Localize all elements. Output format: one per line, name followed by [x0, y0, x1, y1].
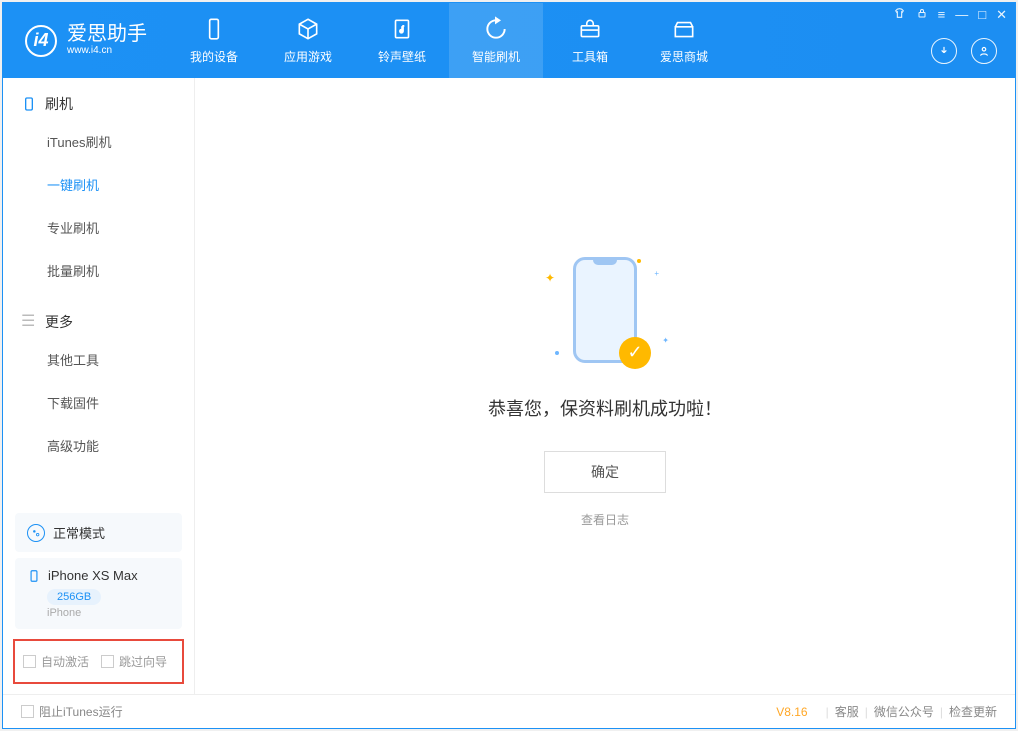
footer-link-wechat[interactable]: 微信公众号: [874, 703, 934, 720]
sidebar-item-oneclick-flash[interactable]: 一键刷机: [3, 163, 194, 206]
sidebar-header-flash: 刷机: [3, 94, 194, 120]
device-phone-icon: [27, 569, 41, 583]
tab-toolbox[interactable]: 工具箱: [543, 3, 637, 78]
music-icon: [389, 16, 415, 42]
close-button[interactable]: ✕: [996, 7, 1007, 23]
menu-icon[interactable]: ≡: [938, 7, 946, 23]
checkbox-auto-activate[interactable]: 自动激活: [23, 653, 89, 670]
sidebar-item-batch-flash[interactable]: 批量刷机: [3, 249, 194, 292]
tab-store[interactable]: 爱思商城: [637, 3, 731, 78]
mode-icon: [27, 524, 45, 542]
device-type: iPhone: [47, 607, 170, 619]
tab-smart-flash[interactable]: 智能刷机: [449, 3, 543, 78]
footer-link-update[interactable]: 检查更新: [949, 703, 997, 720]
sidebar-item-other-tools[interactable]: 其他工具: [3, 338, 194, 381]
top-tabs: 我的设备 应用游戏 铃声壁纸 智能刷机 工具箱 爱思商城: [167, 3, 731, 78]
store-icon: [671, 16, 697, 42]
check-icon: ✓: [619, 337, 651, 369]
list-icon: ☰: [21, 314, 37, 330]
app-url: www.i4.cn: [67, 44, 147, 58]
cube-icon: [295, 16, 321, 42]
window-controls: ≡ — □ ✕: [893, 7, 1007, 23]
phone-icon: [21, 96, 37, 112]
sidebar-item-pro-flash[interactable]: 专业刷机: [3, 206, 194, 249]
sidebar-item-download-firmware[interactable]: 下载固件: [3, 381, 194, 424]
app-name: 爱思助手: [67, 24, 147, 44]
app-window: i4 爱思助手 www.i4.cn 我的设备 应用游戏 铃声壁纸 智能刷机: [2, 2, 1016, 729]
titlebar-right-icons: [931, 38, 997, 64]
bottom-options-highlight: 自动激活 跳过向导: [13, 639, 184, 684]
mode-status-card[interactable]: 正常模式: [15, 513, 182, 552]
sidebar: 刷机 iTunes刷机 一键刷机 专业刷机 批量刷机 ☰ 更多 其他工具 下载固…: [3, 78, 195, 694]
tab-apps-games[interactable]: 应用游戏: [261, 3, 355, 78]
download-icon[interactable]: [931, 38, 957, 64]
user-icon[interactable]: [971, 38, 997, 64]
logo-icon: i4: [25, 25, 57, 57]
footer: 阻止iTunes运行 V8.16 | 客服 | 微信公众号 | 检查更新: [3, 694, 1015, 728]
version-label: V8.16: [776, 705, 807, 719]
body: 刷机 iTunes刷机 一键刷机 专业刷机 批量刷机 ☰ 更多 其他工具 下载固…: [3, 78, 1015, 694]
toolbox-icon: [577, 16, 603, 42]
minimize-button[interactable]: —: [955, 7, 968, 23]
tab-ringtones[interactable]: 铃声壁纸: [355, 3, 449, 78]
device-name: iPhone XS Max: [48, 568, 138, 583]
refresh-icon: [483, 16, 509, 42]
device-icon: [201, 16, 227, 42]
logo: i4 爱思助手 www.i4.cn: [3, 24, 167, 58]
checkbox-skip-guide[interactable]: 跳过向导: [101, 653, 167, 670]
sidebar-item-itunes-flash[interactable]: iTunes刷机: [3, 120, 194, 163]
view-log-link[interactable]: 查看日志: [581, 511, 629, 528]
success-illustration: ✦ ✦ + ✓: [525, 245, 685, 375]
device-storage: 256GB: [47, 589, 101, 605]
main-content: ✦ ✦ + ✓ 恭喜您，保资料刷机成功啦！ 确定 查看日志: [195, 78, 1015, 694]
tab-my-device[interactable]: 我的设备: [167, 3, 261, 78]
titlebar: i4 爱思助手 www.i4.cn 我的设备 应用游戏 铃声壁纸 智能刷机: [3, 3, 1015, 78]
device-card[interactable]: iPhone XS Max 256GB iPhone: [15, 558, 182, 629]
sidebar-item-advanced[interactable]: 高级功能: [3, 424, 194, 467]
shirt-icon[interactable]: [893, 7, 906, 23]
success-message: 恭喜您，保资料刷机成功啦！: [488, 395, 722, 421]
footer-link-support[interactable]: 客服: [835, 703, 859, 720]
sidebar-header-more: ☰ 更多: [3, 312, 194, 338]
lock-icon[interactable]: [916, 7, 928, 23]
maximize-button[interactable]: □: [978, 7, 986, 23]
ok-button[interactable]: 确定: [544, 451, 666, 493]
checkbox-prevent-itunes[interactable]: 阻止iTunes运行: [21, 703, 123, 720]
